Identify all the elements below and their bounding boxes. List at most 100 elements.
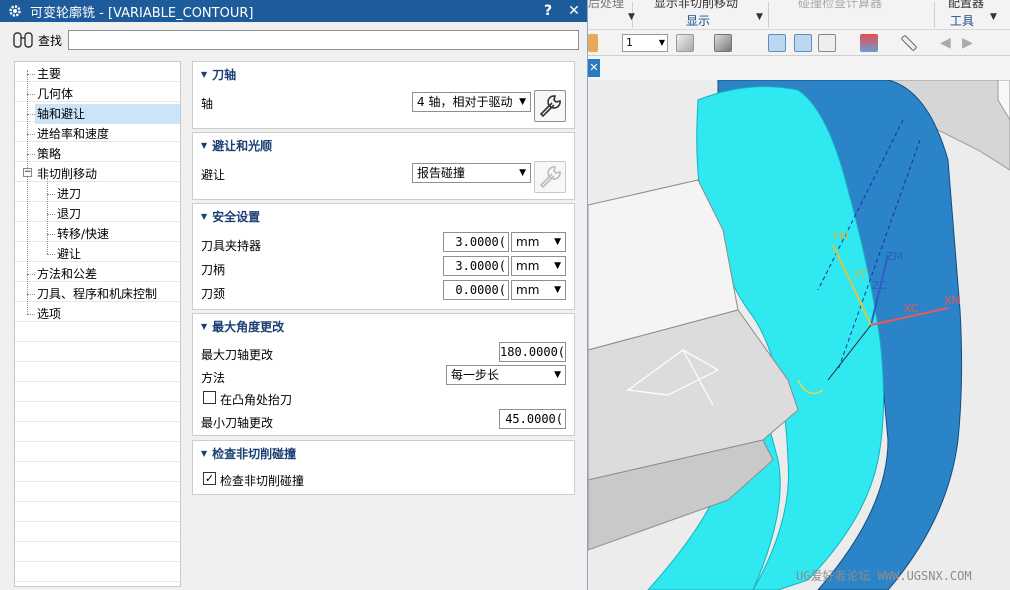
layer-combo[interactable]: 1 ▼ xyxy=(622,34,668,52)
chevron-down-icon: ▼ xyxy=(554,285,561,295)
part-model xyxy=(588,79,1010,590)
axis-label-xc: XC xyxy=(904,302,919,315)
tree-item-label: 进刀 xyxy=(57,187,82,201)
checkmark-icon: ✓ xyxy=(204,472,215,485)
avoid-label: 避让 xyxy=(201,168,226,182)
axis-label-xm: XM xyxy=(944,294,962,307)
section-title: 检查非切削碰撞 xyxy=(212,446,297,461)
ribbon-collision-label[interactable]: 碰撞检查计算器 xyxy=(798,0,882,11)
tree-item-label: 轴和避让 xyxy=(35,104,180,124)
tree-item-noncutting[interactable]: 非切削移动 xyxy=(15,164,180,184)
box-view-icon[interactable] xyxy=(714,34,732,52)
retract-at-convex-checkbox[interactable] xyxy=(203,391,216,404)
axis-select-value: 4 轴，相对于驱动 xyxy=(417,95,513,109)
tree-item-feeds-speeds[interactable]: 进给率和速度 xyxy=(15,124,180,144)
max-axis-change-input[interactable]: 180.0000( xyxy=(499,342,566,362)
ruler-icon[interactable] xyxy=(900,34,918,52)
min-axis-change-input[interactable]: 45.0000( xyxy=(499,409,566,429)
section-avoid-smooth: ▼ 避让和光顺 避让 报告碰撞 ▼ xyxy=(192,132,575,200)
tree-item-axis-avoid[interactable]: 轴和避让 xyxy=(15,104,180,124)
section-header[interactable]: ▼ 安全设置 xyxy=(193,204,574,228)
tree-item-retract[interactable]: 退刀 xyxy=(15,204,180,224)
axis-label: 轴 xyxy=(201,97,214,111)
hide-eye-icon[interactable] xyxy=(818,34,836,52)
method-select[interactable]: 每一步长 ▼ xyxy=(446,365,566,385)
holder-clearance-input[interactable]: 3.0000( xyxy=(443,232,509,252)
chevron-down-icon: ▼ xyxy=(519,97,526,107)
section-header[interactable]: ▼ 刀轴 xyxy=(193,62,574,86)
chevron-down-icon[interactable]: ▼ xyxy=(756,12,763,22)
shank-unit-select[interactable]: mm ▼ xyxy=(511,256,566,276)
retract-at-convex-label: 在凸角处抬刀 xyxy=(220,393,293,407)
arrow-left-icon[interactable]: ◀ xyxy=(940,34,958,52)
chevron-down-icon[interactable]: ▼ xyxy=(990,12,997,22)
section-title: 安全设置 xyxy=(212,209,261,224)
tree-item-method-tolerance[interactable]: 方法和公差 xyxy=(15,264,180,284)
tree-item-main[interactable]: 主要 xyxy=(15,64,180,84)
ribbon-postprocess-label[interactable]: 后处理 xyxy=(588,0,624,11)
avoid-settings-button[interactable] xyxy=(534,161,566,193)
shaded-view-icon[interactable] xyxy=(676,34,694,52)
chevron-down-icon[interactable]: ▼ xyxy=(628,12,635,22)
collapse-triangle-icon: ▼ xyxy=(201,140,208,150)
cad-window: 后处理 ▼ 显示非切削移动 显示 ▼ 碰撞检查计算器 配置器 工具 ▼ 1 ▼ … xyxy=(588,0,1010,590)
help-button[interactable]: ? xyxy=(535,3,561,19)
neck-unit-select[interactable]: mm ▼ xyxy=(511,280,566,300)
graphics-viewport[interactable]: YM YC ZM ZC XC XM xyxy=(588,79,1010,590)
collapse-triangle-icon: ▼ xyxy=(201,448,208,458)
ribbon-separator xyxy=(934,2,935,28)
ribbon-group-display: 显示 xyxy=(686,14,711,28)
axis-label-zc: ZC xyxy=(872,279,888,292)
neck-label: 刀颈 xyxy=(201,287,226,301)
section-header[interactable]: ▼ 避让和光顺 xyxy=(193,133,574,157)
arrow-right-icon[interactable]: ▶ xyxy=(962,34,980,52)
eye-icon[interactable] xyxy=(794,34,812,52)
search-row: 查找 xyxy=(0,22,588,58)
holder-unit-select[interactable]: mm ▼ xyxy=(511,232,566,252)
close-button[interactable]: ✕ xyxy=(561,3,587,19)
shank-clearance-input[interactable]: 3.0000( xyxy=(443,256,509,276)
wrench-icon xyxy=(539,95,561,118)
tree-item-avoidance[interactable]: 避让 xyxy=(15,244,180,264)
tree-item-transfer[interactable]: 转移/快速 xyxy=(15,224,180,244)
neck-clearance-input[interactable]: 0.0000( xyxy=(443,280,509,300)
chevron-down-icon: ▼ xyxy=(554,261,561,271)
tree-item-label: 刀具、程序和机床控制 xyxy=(37,287,158,301)
mcs-eye-icon[interactable] xyxy=(768,34,786,52)
close-tab-icon[interactable]: ✕ xyxy=(588,59,600,77)
tree-item-engage[interactable]: 进刀 xyxy=(15,184,180,204)
axis-settings-button[interactable] xyxy=(534,90,566,122)
search-input[interactable] xyxy=(68,30,579,50)
navigation-tree: − 主要 几何体 轴和避让 进给率和速度 策略 非切削移动 进刀 退刀 转移/快… xyxy=(14,61,181,587)
gear-icon xyxy=(9,5,21,17)
ribbon-show-noncut-label[interactable]: 显示非切削移动 xyxy=(654,0,738,11)
avoid-select-value: 报告碰撞 xyxy=(417,166,466,180)
check-noncut-checkbox[interactable]: ✓ xyxy=(203,472,216,485)
collapse-triangle-icon: ▼ xyxy=(201,69,208,79)
tree-item-geometry[interactable]: 几何体 xyxy=(15,84,180,104)
unit-value: mm xyxy=(516,283,540,297)
section-header[interactable]: ▼ 最大角度更改 xyxy=(193,314,574,338)
render-style-icon[interactable] xyxy=(860,34,878,52)
section-title: 刀轴 xyxy=(212,67,237,82)
axis-select[interactable]: 4 轴，相对于驱动 ▼ xyxy=(412,92,531,112)
dialog-titlebar[interactable]: 可变轮廓铣 - [VARIABLE_CONTOUR] ? ✕ xyxy=(0,0,587,22)
ribbon-separator xyxy=(768,2,769,28)
avoid-select[interactable]: 报告碰撞 ▼ xyxy=(412,163,531,183)
max-axis-change-label: 最大刀轴更改 xyxy=(201,348,274,362)
settings-panel: ▼ 刀轴 轴 4 轴，相对于驱动 ▼ ▼ 避让和光顺 避让 报告碰撞 ▼ ▼ 安… xyxy=(192,61,575,587)
unit-value: mm xyxy=(516,235,540,249)
wrench-icon xyxy=(539,166,561,189)
tree-item-options[interactable]: 选项 xyxy=(15,304,180,324)
section-header[interactable]: ▼ 检查非切削碰撞 xyxy=(193,441,574,465)
variable-contour-dialog: 可变轮廓铣 - [VARIABLE_CONTOUR] ? ✕ 查找 − 主要 几… xyxy=(0,0,588,590)
method-select-value: 每一步长 xyxy=(451,368,500,382)
ribbon-configurator-label[interactable]: 配置器 xyxy=(948,0,984,11)
tree-item-strategy[interactable]: 策略 xyxy=(15,144,180,164)
cube-icon[interactable] xyxy=(588,34,598,52)
chevron-down-icon: ▼ xyxy=(554,237,561,247)
tree-item-label: 退刀 xyxy=(57,207,82,221)
search-label: 查找 xyxy=(38,33,63,48)
shank-label: 刀柄 xyxy=(201,263,226,277)
tree-item-tool-program-machine[interactable]: 刀具、程序和机床控制 xyxy=(15,284,180,304)
